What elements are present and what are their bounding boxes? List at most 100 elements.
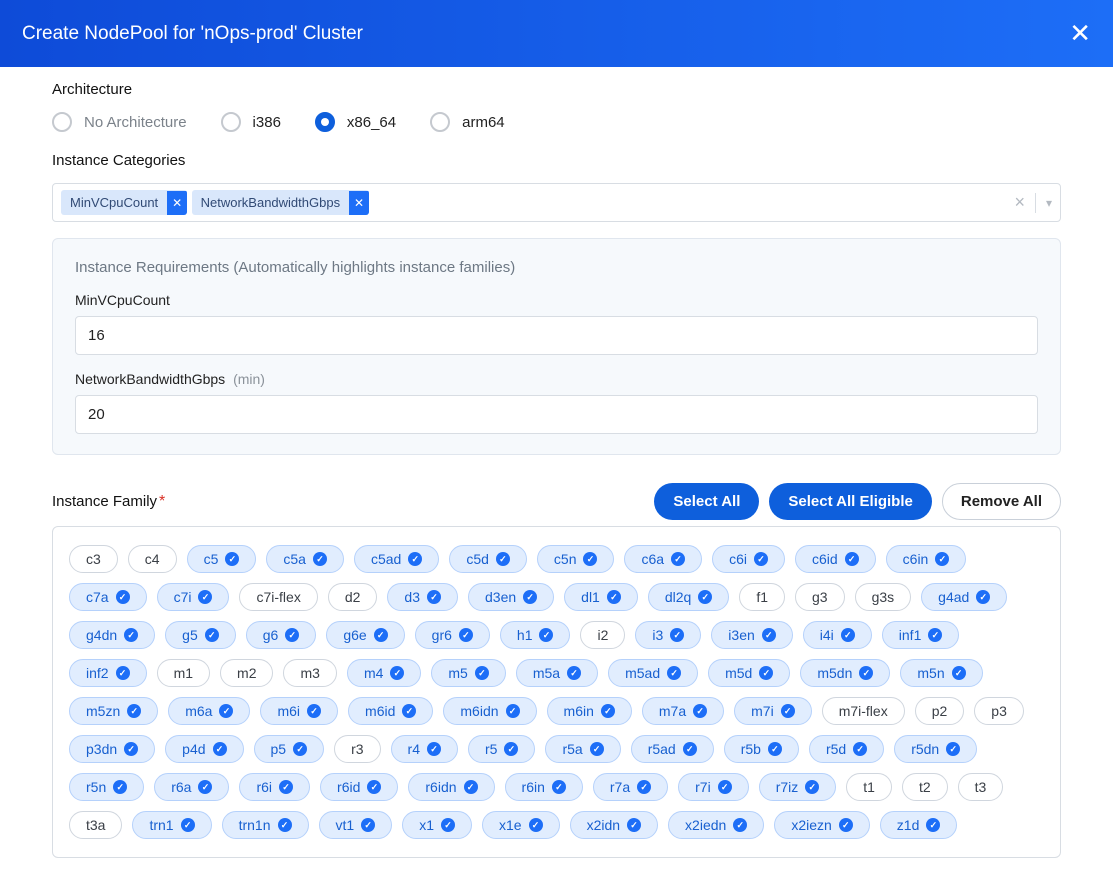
family-pill-c6a[interactable]: c6a✓ — [624, 545, 702, 573]
family-pill-p5[interactable]: p5✓ — [254, 735, 325, 763]
family-pill-p4d[interactable]: p4d✓ — [165, 735, 243, 763]
architecture-radio-i386[interactable]: i386 — [221, 112, 281, 132]
family-pill-g6e[interactable]: g6e✓ — [326, 621, 404, 649]
family-pill-m5ad[interactable]: m5ad✓ — [608, 659, 698, 687]
family-pill-c7i-flex[interactable]: c7i-flex — [239, 583, 317, 611]
architecture-radio-arm64[interactable]: arm64 — [430, 112, 505, 132]
family-pill-r7a[interactable]: r7a✓ — [593, 773, 668, 801]
family-pill-h1[interactable]: h1✓ — [500, 621, 571, 649]
family-pill-m5d[interactable]: m5d✓ — [708, 659, 790, 687]
close-icon[interactable]: ✕ — [1069, 18, 1091, 49]
family-pill-r6i[interactable]: r6i✓ — [239, 773, 310, 801]
family-pill-m2[interactable]: m2 — [220, 659, 273, 687]
family-pill-r6in[interactable]: r6in✓ — [505, 773, 583, 801]
family-pill-i2[interactable]: i2 — [580, 621, 625, 649]
family-pill-x1e[interactable]: x1e✓ — [482, 811, 560, 839]
family-pill-r4[interactable]: r4✓ — [391, 735, 458, 763]
family-pill-c6in[interactable]: c6in✓ — [886, 545, 967, 573]
family-pill-c7a[interactable]: c7a✓ — [69, 583, 147, 611]
family-pill-m6i[interactable]: m6i✓ — [260, 697, 338, 725]
family-pill-trn1n[interactable]: trn1n✓ — [222, 811, 309, 839]
family-pill-g6[interactable]: g6✓ — [246, 621, 317, 649]
family-pill-i4i[interactable]: i4i✓ — [803, 621, 872, 649]
family-pill-m1[interactable]: m1 — [157, 659, 210, 687]
family-pill-r5dn[interactable]: r5dn✓ — [894, 735, 977, 763]
family-pill-m7i[interactable]: m7i✓ — [734, 697, 812, 725]
select-all-eligible-button[interactable]: Select All Eligible — [769, 483, 931, 520]
family-pill-dl2q[interactable]: dl2q✓ — [648, 583, 729, 611]
family-pill-r5n[interactable]: r5n✓ — [69, 773, 144, 801]
family-pill-i3en[interactable]: i3en✓ — [711, 621, 792, 649]
family-pill-g4dn[interactable]: g4dn✓ — [69, 621, 155, 649]
family-pill-m4[interactable]: m4✓ — [347, 659, 421, 687]
family-pill-z1d[interactable]: z1d✓ — [880, 811, 958, 839]
family-pill-m5n[interactable]: m5n✓ — [900, 659, 982, 687]
clear-icon[interactable]: × — [1014, 192, 1025, 213]
family-pill-c5a[interactable]: c5a✓ — [266, 545, 344, 573]
family-pill-m3[interactable]: m3 — [283, 659, 336, 687]
family-pill-m6id[interactable]: m6id✓ — [348, 697, 433, 725]
family-pill-r5d[interactable]: r5d✓ — [809, 735, 884, 763]
family-pill-f1[interactable]: f1 — [739, 583, 785, 611]
minvcpucount-input[interactable] — [75, 316, 1038, 355]
family-pill-r5ad[interactable]: r5ad✓ — [631, 735, 714, 763]
family-pill-c5d[interactable]: c5d✓ — [449, 545, 527, 573]
family-pill-c4[interactable]: c4 — [128, 545, 177, 573]
family-pill-gr6[interactable]: gr6✓ — [415, 621, 490, 649]
family-pill-r5b[interactable]: r5b✓ — [724, 735, 799, 763]
family-pill-inf1[interactable]: inf1✓ — [882, 621, 960, 649]
family-pill-r7i[interactable]: r7i✓ — [678, 773, 749, 801]
family-pill-r7iz[interactable]: r7iz✓ — [759, 773, 837, 801]
family-pill-g5[interactable]: g5✓ — [165, 621, 236, 649]
family-pill-g4ad[interactable]: g4ad✓ — [921, 583, 1007, 611]
family-pill-d3en[interactable]: d3en✓ — [468, 583, 554, 611]
family-pill-r6idn[interactable]: r6idn✓ — [408, 773, 494, 801]
family-pill-d2[interactable]: d2 — [328, 583, 378, 611]
family-pill-c6id[interactable]: c6id✓ — [795, 545, 876, 573]
family-pill-m6in[interactable]: m6in✓ — [547, 697, 632, 725]
family-pill-r3[interactable]: r3 — [334, 735, 380, 763]
family-pill-i3[interactable]: i3✓ — [635, 621, 701, 649]
family-pill-m7i-flex[interactable]: m7i-flex — [822, 697, 905, 725]
family-pill-c5[interactable]: c5✓ — [187, 545, 257, 573]
chip-remove-icon[interactable]: ✕ — [349, 191, 369, 215]
family-pill-inf2[interactable]: inf2✓ — [69, 659, 147, 687]
family-pill-c3[interactable]: c3 — [69, 545, 118, 573]
family-pill-m6idn[interactable]: m6idn✓ — [443, 697, 536, 725]
family-pill-t3[interactable]: t3 — [958, 773, 1004, 801]
family-pill-m5zn[interactable]: m5zn✓ — [69, 697, 158, 725]
architecture-radio-no-architecture[interactable]: No Architecture — [52, 112, 187, 132]
family-pill-x2iezn[interactable]: x2iezn✓ — [774, 811, 869, 839]
select-all-button[interactable]: Select All — [654, 483, 759, 520]
family-pill-g3s[interactable]: g3s — [855, 583, 912, 611]
chevron-down-icon[interactable]: ▾ — [1046, 196, 1052, 210]
networkbandwidthgbps-input[interactable] — [75, 395, 1038, 434]
family-pill-c6i[interactable]: c6i✓ — [712, 545, 785, 573]
family-pill-d3[interactable]: d3✓ — [387, 583, 458, 611]
chip-remove-icon[interactable]: ✕ — [167, 191, 187, 215]
family-pill-p2[interactable]: p2 — [915, 697, 965, 725]
remove-all-button[interactable]: Remove All — [942, 483, 1061, 520]
family-pill-c5ad[interactable]: c5ad✓ — [354, 545, 439, 573]
family-pill-r6id[interactable]: r6id✓ — [320, 773, 398, 801]
family-pill-m5dn[interactable]: m5dn✓ — [800, 659, 890, 687]
family-pill-trn1[interactable]: trn1✓ — [132, 811, 211, 839]
family-pill-t3a[interactable]: t3a — [69, 811, 122, 839]
family-pill-c7i[interactable]: c7i✓ — [157, 583, 230, 611]
architecture-radio-x86_64[interactable]: x86_64 — [315, 112, 396, 132]
family-pill-t2[interactable]: t2 — [902, 773, 948, 801]
family-pill-m5[interactable]: m5✓ — [431, 659, 505, 687]
family-pill-x2iedn[interactable]: x2iedn✓ — [668, 811, 764, 839]
family-pill-r6a[interactable]: r6a✓ — [154, 773, 229, 801]
family-pill-m5a[interactable]: m5a✓ — [516, 659, 598, 687]
family-pill-m7a[interactable]: m7a✓ — [642, 697, 724, 725]
family-pill-p3[interactable]: p3 — [974, 697, 1024, 725]
family-pill-t1[interactable]: t1 — [846, 773, 892, 801]
family-pill-g3[interactable]: g3 — [795, 583, 845, 611]
family-pill-p3dn[interactable]: p3dn✓ — [69, 735, 155, 763]
family-pill-x2idn[interactable]: x2idn✓ — [570, 811, 658, 839]
categories-multiselect[interactable]: MinVCpuCount✕ NetworkBandwidthGbps✕ × ▾ — [52, 183, 1061, 222]
family-pill-m6a[interactable]: m6a✓ — [168, 697, 250, 725]
family-pill-r5a[interactable]: r5a✓ — [545, 735, 620, 763]
family-pill-vt1[interactable]: vt1✓ — [319, 811, 393, 839]
